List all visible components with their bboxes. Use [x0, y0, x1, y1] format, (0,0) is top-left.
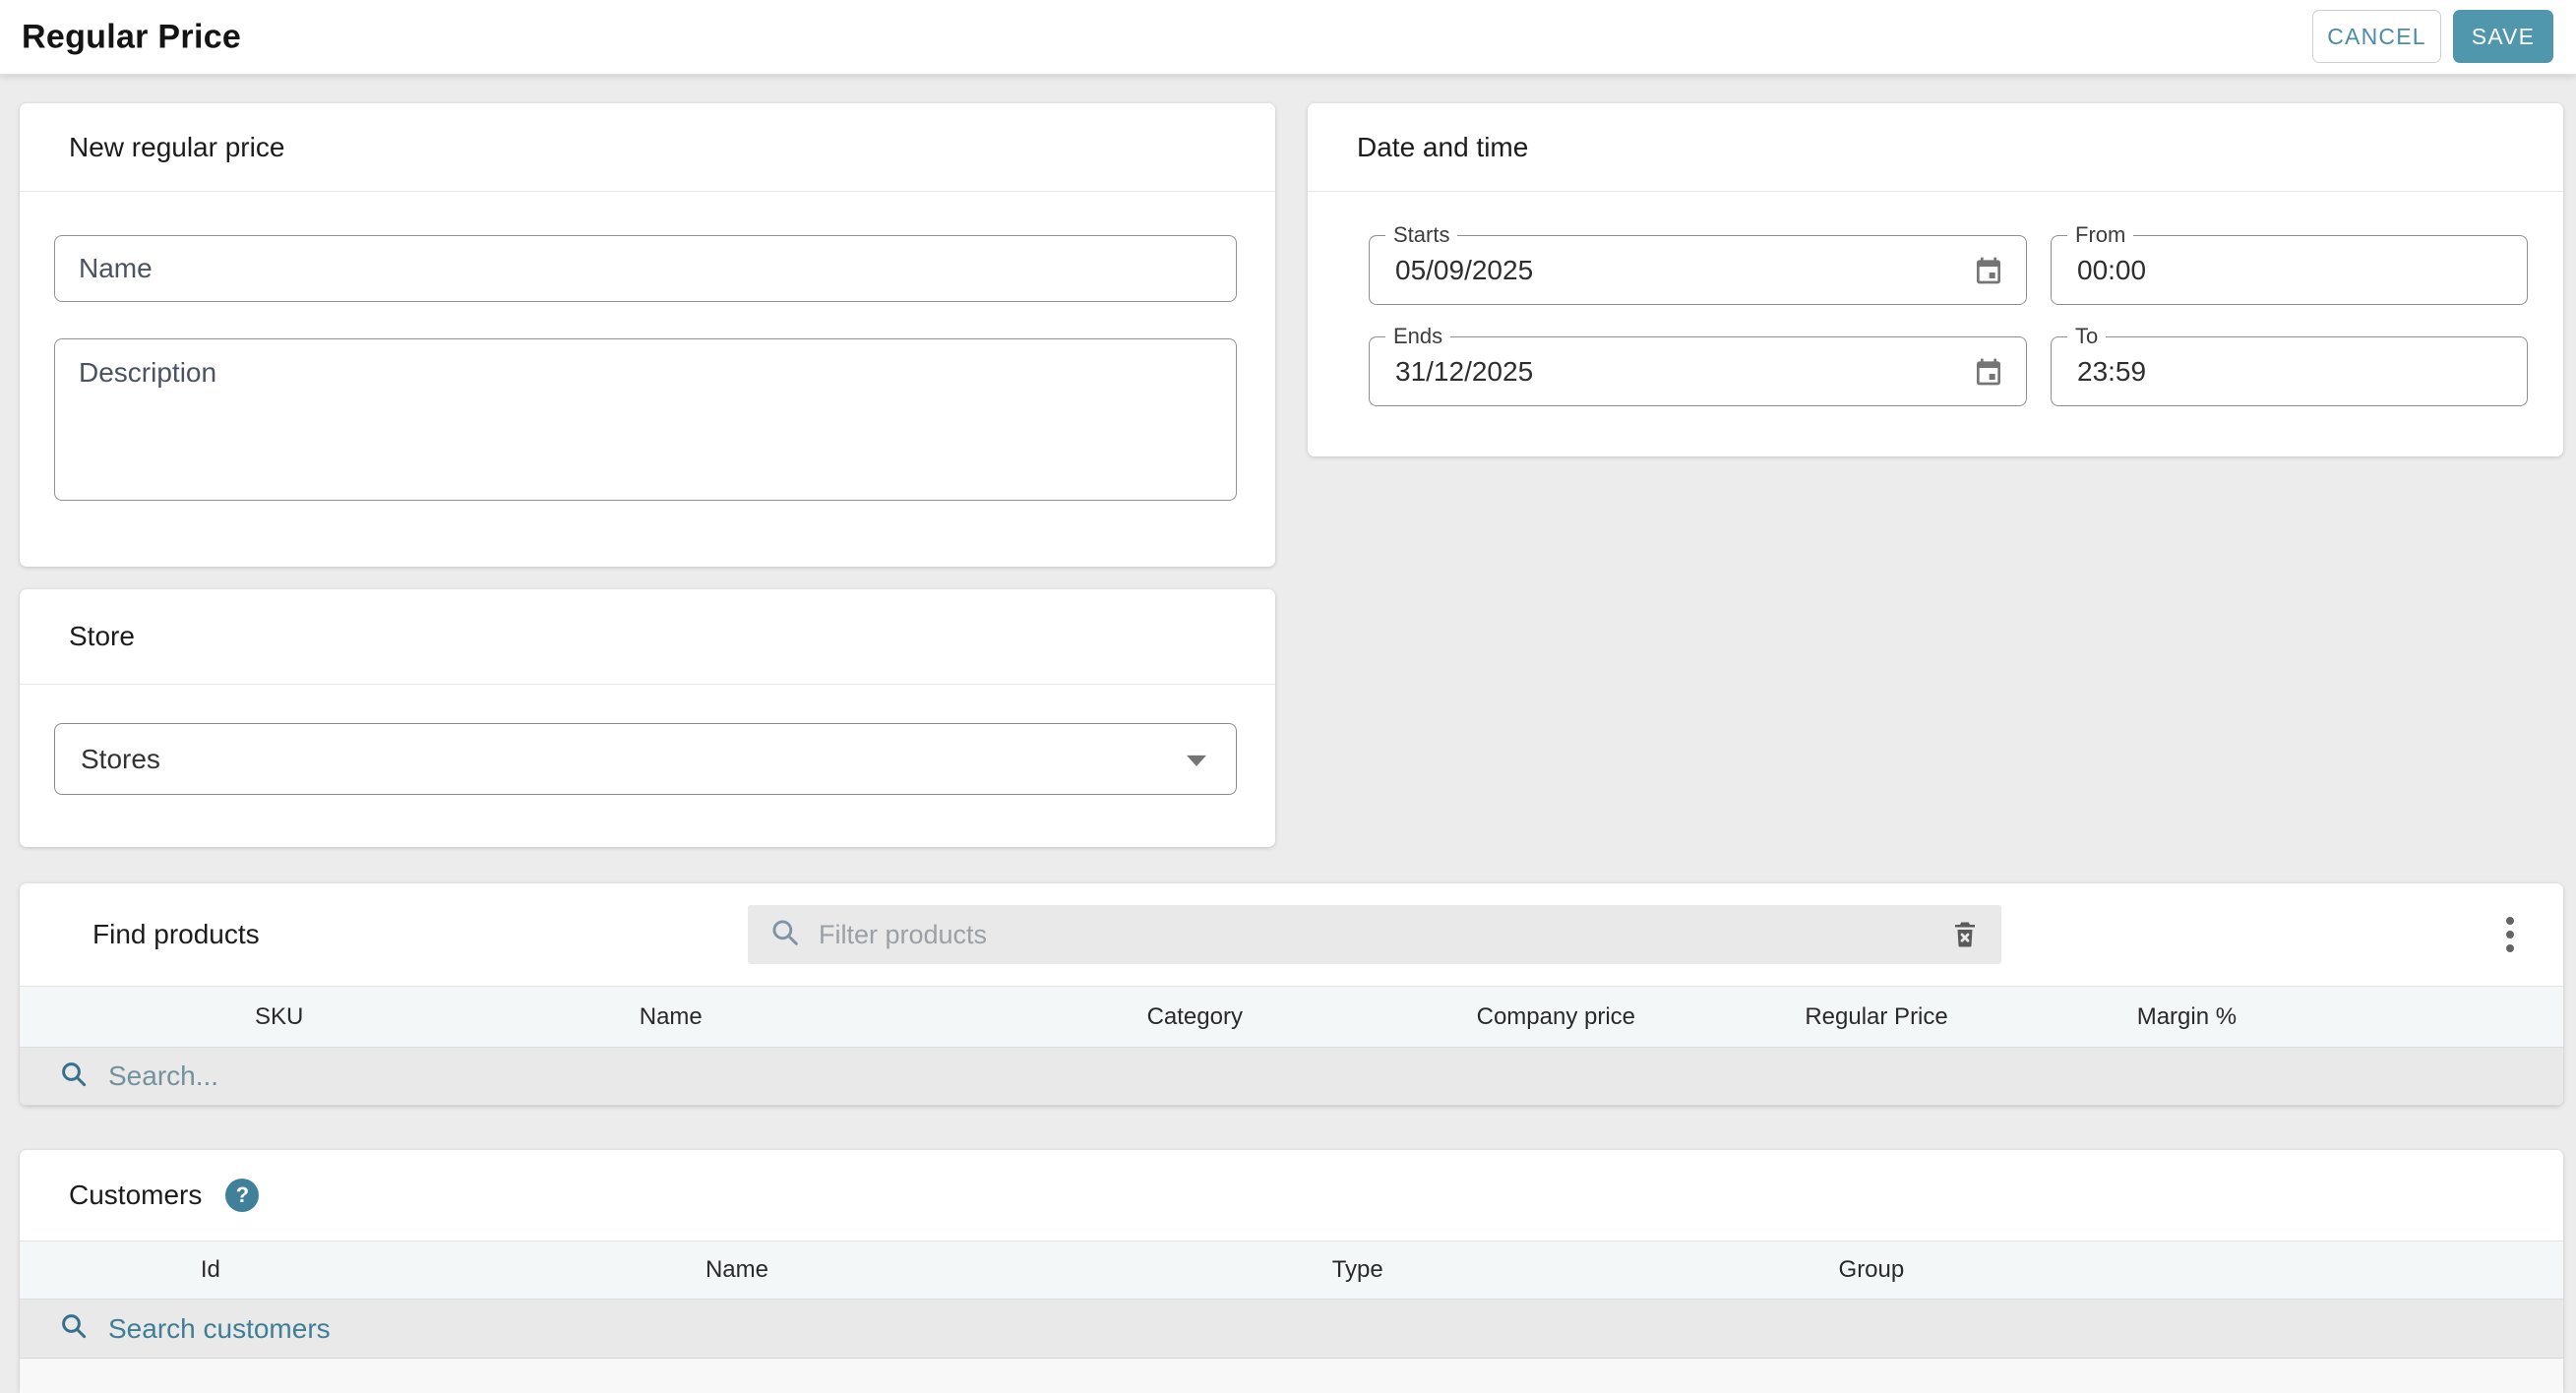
column-regular-price: Regular Price [1805, 1002, 1948, 1030]
name-field[interactable] [54, 235, 1237, 302]
to-time-input[interactable] [2052, 337, 2527, 405]
store-card-header: Store [20, 589, 1275, 685]
search-icon [59, 1060, 89, 1094]
customers-title-wrap: Customers ? [69, 1179, 260, 1212]
column-name: Name [705, 1256, 768, 1283]
find-products-title: Find products [92, 919, 260, 949]
chevron-down-icon [1187, 755, 1206, 766]
date-and-time-card-header: Date and time [1308, 103, 2563, 192]
empty-table-row [20, 1359, 2563, 1393]
customers-header: Customers ? [20, 1150, 2563, 1241]
page-title: Regular Price [22, 18, 242, 55]
customers-table-header: Id Name Type Group [20, 1241, 2563, 1300]
column-company-price: Company price [1476, 1002, 1636, 1030]
ends-date-field[interactable]: Ends [1369, 324, 2027, 406]
customers-search-input[interactable] [89, 1312, 2563, 1345]
ends-date-input[interactable] [1370, 337, 2026, 405]
new-regular-price-card: New regular price [20, 103, 1275, 567]
more-options-icon[interactable] [2500, 911, 2520, 958]
products-search-input[interactable] [89, 1060, 2563, 1092]
save-button[interactable]: SAVE [2453, 10, 2553, 63]
column-group: Group [1838, 1256, 1905, 1283]
column-sku: SKU [254, 1002, 304, 1030]
top-app-bar: Regular Price CANCEL SAVE [0, 0, 2576, 75]
find-products-card: Find products SKU Name Category Co [20, 883, 2563, 1106]
calendar-icon[interactable] [1973, 356, 2004, 388]
description-field[interactable] [54, 338, 1237, 501]
calendar-icon[interactable] [1973, 255, 2004, 286]
date-and-time-title: Date and time [1357, 131, 1529, 162]
filter-products-box[interactable] [748, 905, 2001, 964]
column-margin: Margin % [2136, 1002, 2238, 1030]
new-regular-price-card-header: New regular price [20, 103, 1275, 192]
store-title: Store [69, 621, 135, 651]
search-icon [769, 917, 801, 953]
products-table-header: SKU Name Category Company price Regular … [20, 986, 2563, 1048]
customers-card: Customers ? Id Name Type Group [20, 1150, 2563, 1393]
stores-select-value: Stores [81, 743, 160, 774]
help-icon[interactable]: ? [225, 1179, 260, 1212]
filter-products-input[interactable] [801, 919, 1950, 950]
stores-select[interactable]: Stores [54, 723, 1237, 795]
search-icon [59, 1311, 89, 1346]
customers-search-row[interactable] [20, 1300, 2563, 1359]
column-name: Name [639, 1002, 703, 1030]
column-id: Id [200, 1256, 220, 1283]
clear-filter-icon[interactable] [1950, 920, 1980, 949]
from-time-field[interactable]: From [2051, 222, 2528, 305]
new-regular-price-title: New regular price [69, 131, 285, 162]
to-time-field[interactable]: To [2051, 324, 2528, 406]
from-time-input[interactable] [2052, 236, 2527, 304]
customers-title: Customers [69, 1180, 203, 1210]
cancel-button[interactable]: CANCEL [2312, 10, 2441, 63]
find-products-header: Find products [20, 883, 2563, 986]
products-search-row[interactable] [20, 1048, 2563, 1106]
starts-date-input[interactable] [1370, 236, 2026, 304]
column-category: Category [1146, 1002, 1243, 1030]
store-card: Store Stores [20, 589, 1275, 847]
column-type: Type [1331, 1256, 1383, 1283]
date-and-time-card: Date and time Starts From Ends To [1308, 103, 2563, 456]
starts-date-field[interactable]: Starts [1369, 222, 2027, 305]
